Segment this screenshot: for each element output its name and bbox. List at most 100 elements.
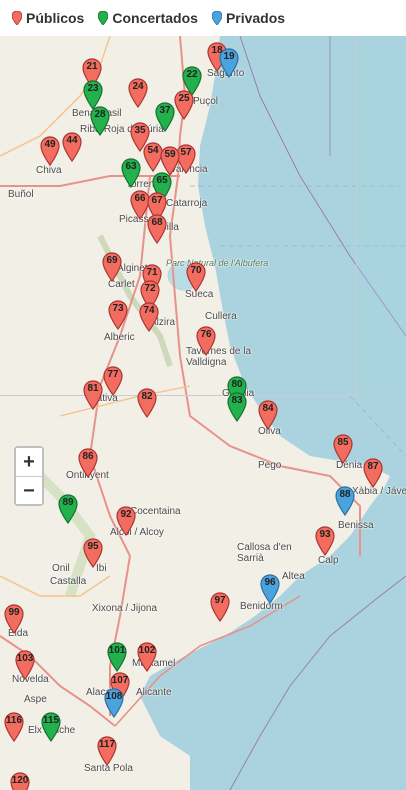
zoom-out-button[interactable]: − (16, 476, 42, 504)
school-marker-concertado[interactable]: 89 (58, 494, 78, 524)
school-marker-publico[interactable]: 93 (315, 526, 335, 556)
school-marker-publico[interactable]: 49 (40, 136, 60, 166)
marker-number: 71 (146, 267, 158, 278)
school-marker-publico[interactable]: 95 (83, 538, 103, 568)
marker-number: 89 (62, 497, 74, 508)
school-marker-publico[interactable]: 87 (363, 458, 383, 488)
school-marker-publico[interactable]: 69 (102, 252, 122, 282)
place-label: Catarroja (166, 198, 208, 209)
marker-number: 86 (82, 451, 94, 462)
place-label: Chiva (36, 165, 62, 176)
marker-number: 74 (143, 305, 155, 316)
marker-number: 87 (367, 461, 379, 472)
place-label: Buñol (8, 189, 34, 200)
school-marker-privado[interactable]: 108 (104, 688, 124, 718)
school-marker-concertado[interactable]: 83 (227, 392, 247, 422)
place-label: Cocentaina (130, 506, 181, 517)
marker-number: 69 (106, 255, 118, 266)
school-marker-concertado[interactable]: 115 (41, 712, 61, 742)
school-marker-publico[interactable]: 85 (333, 434, 353, 464)
place-label: Xixona / Jijona (92, 603, 158, 614)
legend-label-concertados: Concertados (112, 10, 198, 26)
school-marker-publico[interactable]: 82 (137, 388, 157, 418)
marker-number: 85 (337, 437, 349, 448)
school-marker-concertado[interactable]: 63 (121, 158, 141, 188)
marker-number: 81 (87, 383, 99, 394)
school-marker-publico[interactable]: 92 (116, 506, 136, 536)
marker-number: 115 (42, 715, 60, 726)
marker-number: 19 (223, 51, 235, 62)
marker-number: 92 (120, 509, 132, 520)
school-marker-concertado[interactable]: 37 (155, 102, 175, 132)
marker-number: 22 (186, 69, 198, 80)
school-marker-publico[interactable]: 77 (103, 366, 123, 396)
marker-number: 83 (231, 395, 243, 406)
school-marker-privado[interactable]: 19 (219, 48, 239, 78)
zoom-in-button[interactable]: + (16, 448, 42, 476)
marker-number: 93 (319, 529, 331, 540)
school-marker-publico[interactable]: 73 (108, 300, 128, 330)
school-marker-publico[interactable]: 44 (62, 132, 82, 162)
place-label: Benissa (338, 520, 374, 531)
place-label: Castalla (50, 576, 87, 587)
school-marker-publico[interactable]: 68 (147, 214, 167, 244)
school-marker-publico[interactable]: 117 (97, 736, 117, 766)
legend-item-privados[interactable]: Privados (211, 10, 285, 26)
park-label: Parc Natural de l'Albufera (166, 258, 269, 268)
marker-number: 59 (164, 149, 176, 160)
marker-number: 73 (112, 303, 124, 314)
map-tiles (0, 36, 406, 790)
school-marker-publico[interactable]: 97 (210, 592, 230, 622)
school-marker-publico[interactable]: 25 (174, 90, 194, 120)
marker-number: 65 (156, 175, 168, 186)
legend-label-publicos: Públicos (26, 10, 85, 26)
school-marker-publico[interactable]: 86 (78, 448, 98, 478)
marker-number: 117 (98, 739, 116, 750)
place-label: Onil (52, 563, 70, 574)
marker-number: 35 (134, 125, 146, 136)
school-marker-publico[interactable]: 103 (15, 650, 35, 680)
marker-number: 70 (190, 265, 202, 276)
marker-number: 108 (105, 691, 123, 702)
marker-number: 72 (144, 283, 156, 294)
marker-number: 23 (87, 83, 99, 94)
place-label: Aspe (24, 694, 47, 705)
place-label: Cullera (205, 311, 237, 322)
school-marker-concertado[interactable]: 28 (90, 106, 110, 136)
marker-number: 24 (132, 81, 144, 92)
legend-item-publicos[interactable]: Públicos (12, 10, 84, 26)
school-marker-publico[interactable]: 84 (258, 400, 278, 430)
school-marker-publico[interactable]: 116 (4, 712, 24, 742)
school-marker-publico[interactable]: 76 (196, 326, 216, 356)
marker-number: 116 (5, 715, 23, 726)
school-marker-publico[interactable]: 24 (128, 78, 148, 108)
school-marker-privado[interactable]: 88 (335, 486, 355, 516)
place-label: Pego (258, 460, 282, 471)
marker-number: 77 (107, 369, 119, 380)
school-marker-privado[interactable]: 96 (260, 574, 280, 604)
legend-item-concertados[interactable]: Concertados (98, 10, 198, 26)
school-marker-publico[interactable]: 81 (83, 380, 103, 410)
marker-number: 44 (66, 135, 78, 146)
marker-number: 99 (8, 607, 20, 618)
place-label: Puçol (193, 96, 219, 107)
place-label: Alberic (104, 332, 135, 343)
green-pin-icon (98, 11, 109, 25)
marker-number: 76 (200, 329, 212, 340)
school-marker-publico[interactable]: 70 (186, 262, 206, 292)
school-marker-publico[interactable]: 99 (4, 604, 24, 634)
marker-number: 120 (11, 775, 29, 786)
zoom-control: + − (14, 446, 44, 506)
place-label: Callosa d'en Sarrià (237, 542, 292, 564)
school-marker-concertado[interactable]: 101 (107, 642, 127, 672)
marker-number: 25 (178, 93, 190, 104)
map-legend: Públicos Concertados Privados (0, 0, 406, 36)
school-marker-publico[interactable]: 102 (137, 642, 157, 672)
map-canvas[interactable]: Sagunto Puçol Benaguasil Riba-Roja de Tú… (0, 36, 406, 790)
marker-number: 101 (108, 645, 126, 656)
school-marker-publico[interactable]: 74 (139, 302, 159, 332)
red-pin-icon (12, 11, 22, 25)
school-marker-publico[interactable]: 120 (10, 772, 30, 790)
marker-number: 28 (94, 109, 106, 120)
place-label: Altea (282, 571, 305, 582)
